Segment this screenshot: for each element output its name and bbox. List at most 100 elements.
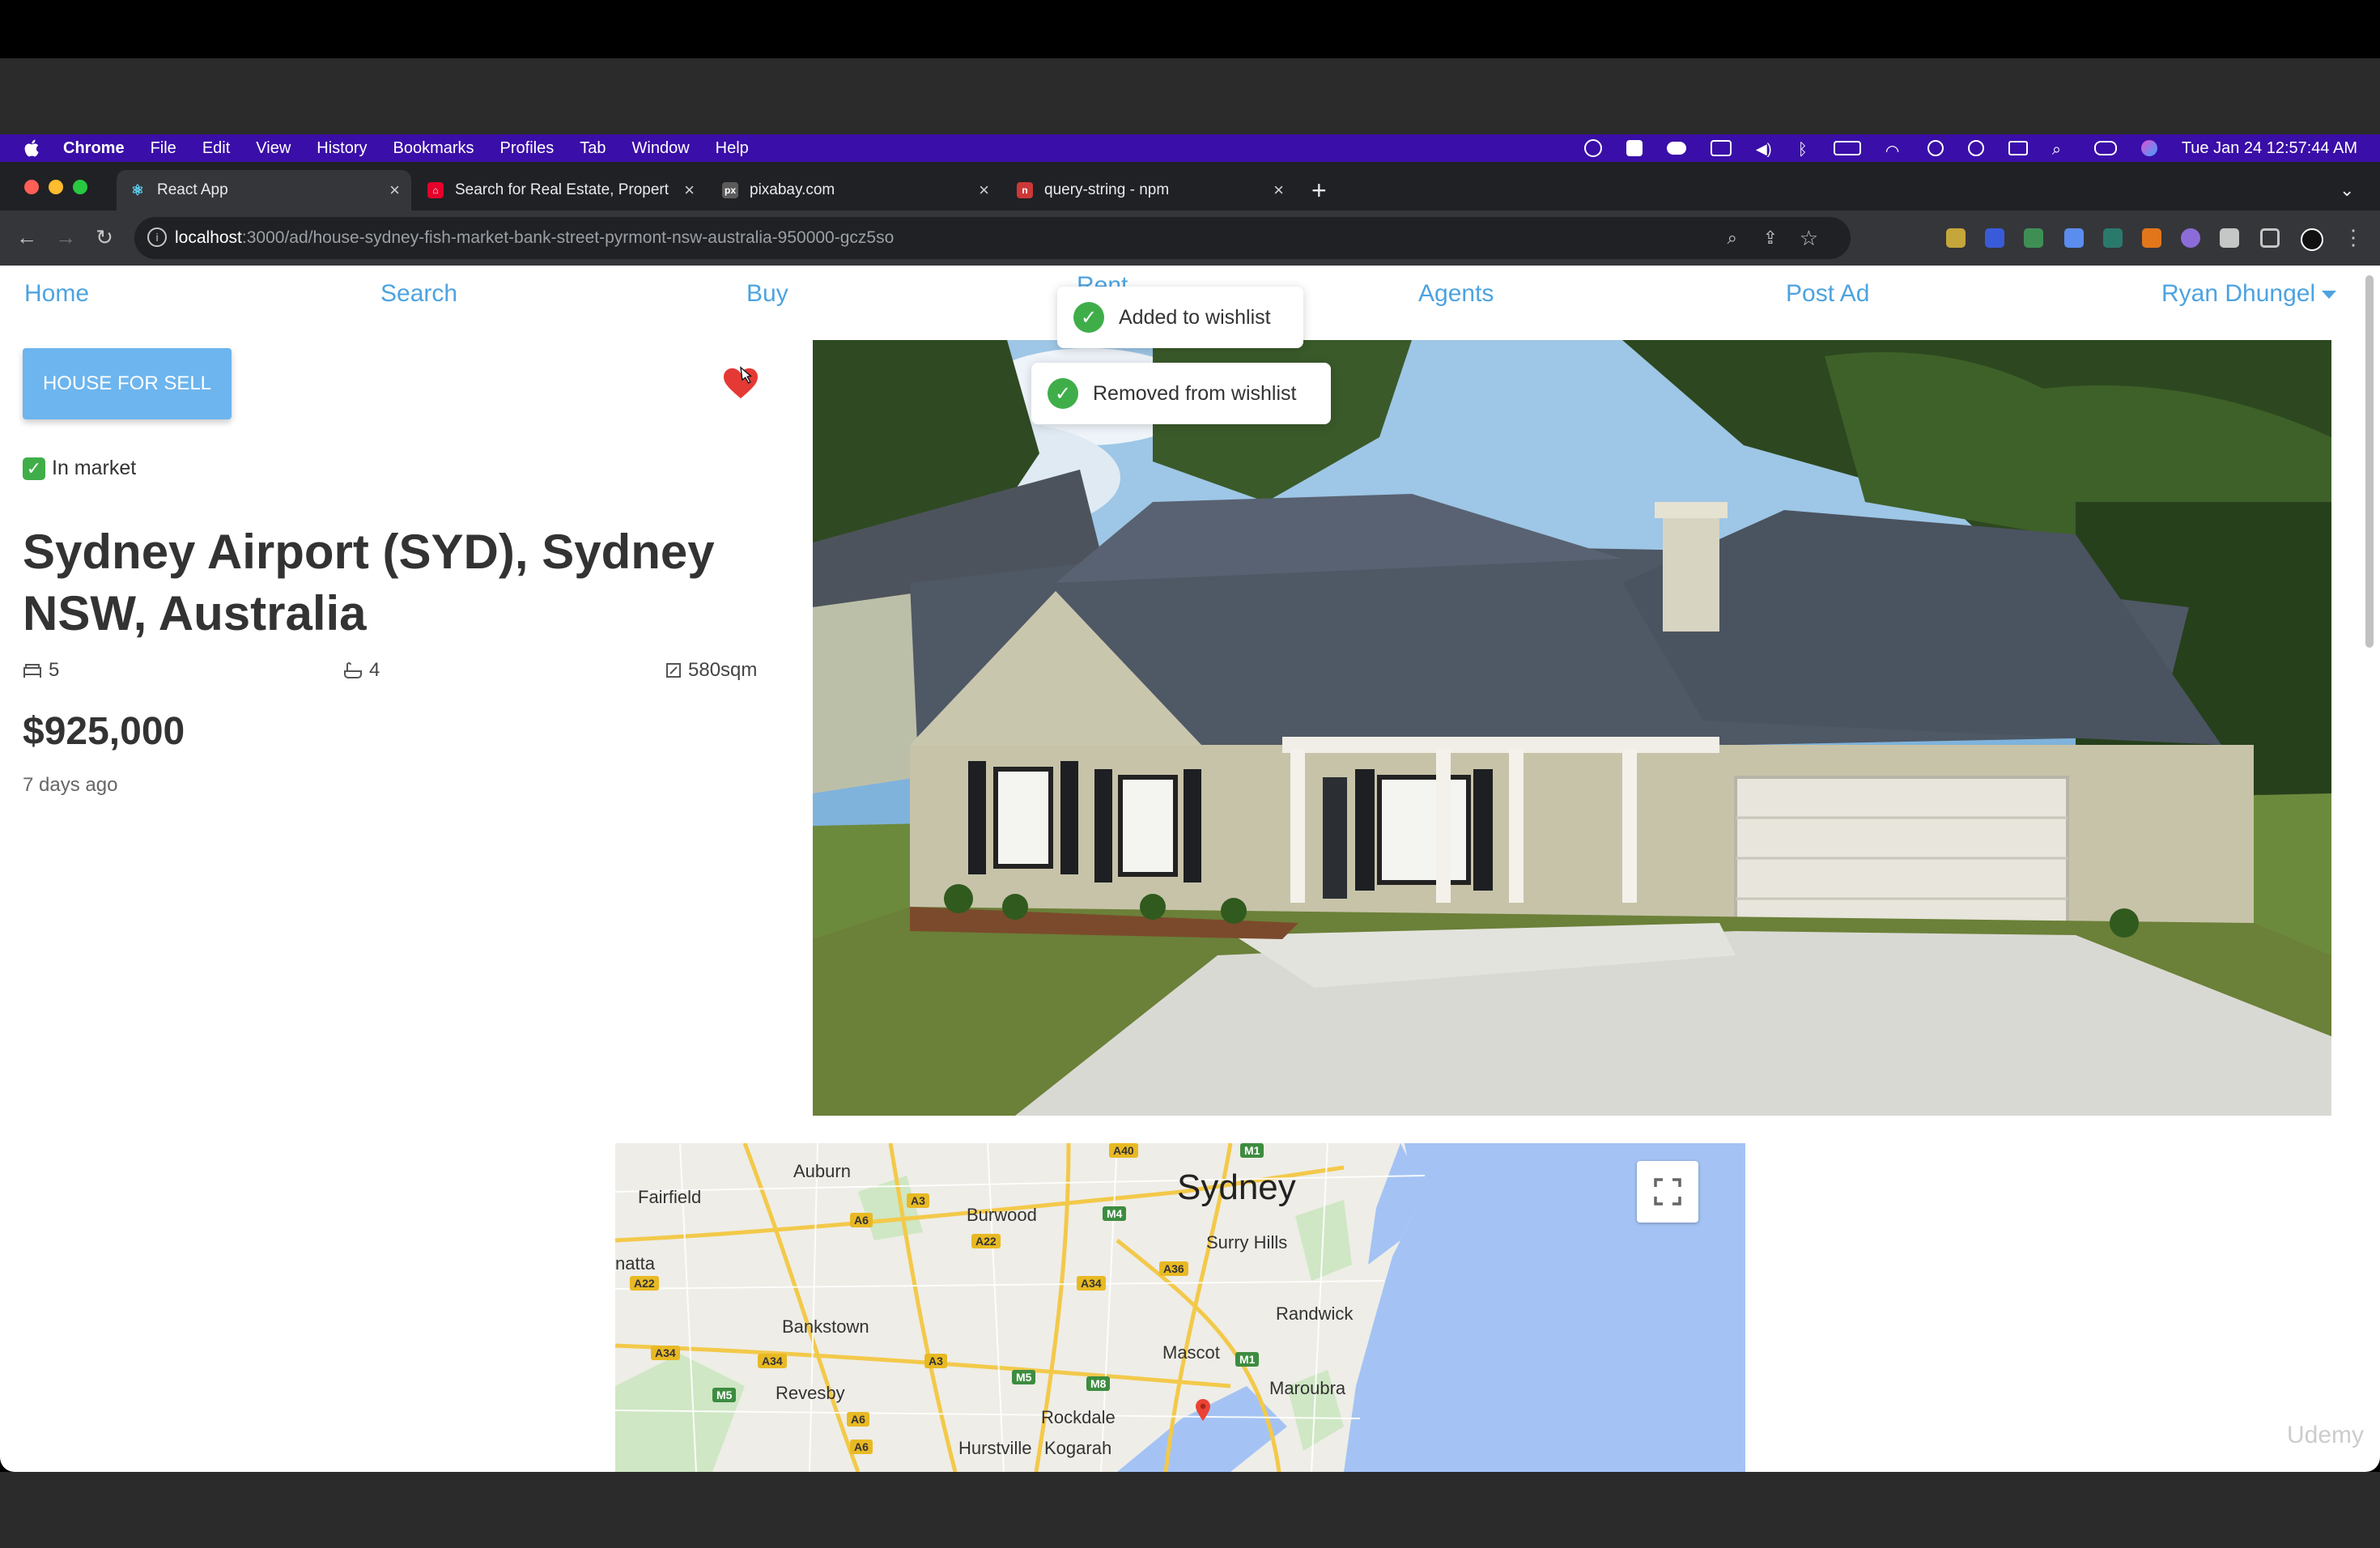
toast-message: Removed from wishlist	[1093, 381, 1297, 405]
extension-icon[interactable]	[2181, 228, 2200, 248]
tab-pixabay[interactable]: px pixabay.com ×	[709, 170, 1001, 211]
metamask-fox-icon[interactable]	[2142, 228, 2161, 248]
back-arrow-icon[interactable]: ←	[15, 225, 39, 249]
heart-icon[interactable]	[722, 366, 759, 400]
more-menu-icon[interactable]: ⋮	[2341, 225, 2365, 249]
menu-profiles[interactable]: Profiles	[500, 139, 555, 158]
window-zoom-button[interactable]	[73, 180, 87, 194]
battery-icon[interactable]	[1833, 141, 1861, 155]
address-bar[interactable]: i localhost:3000/ad/house-sydney-fish-ma…	[134, 217, 1851, 259]
tab-title: query-string - npm	[1044, 181, 1170, 198]
close-icon[interactable]: ×	[1273, 180, 1284, 201]
property-type-badge[interactable]: HOUSE FOR SELL	[23, 348, 232, 419]
nav-home[interactable]: Home	[24, 280, 89, 308]
extension-icon[interactable]	[2103, 228, 2123, 248]
map-city-label: Sydney	[1177, 1167, 1296, 1207]
wifi-icon[interactable]: ◠	[1885, 141, 1903, 160]
route-shield: A3	[907, 1193, 929, 1208]
menu-bookmarks[interactable]: Bookmarks	[393, 139, 474, 158]
menu-view[interactable]: View	[256, 139, 291, 158]
property-map[interactable]: Sydney Auburn Fairfield Burwood Surry Hi…	[615, 1143, 1745, 1472]
creative-cloud-icon[interactable]	[1583, 139, 1602, 157]
reload-icon[interactable]: ↻	[92, 225, 117, 249]
page-scrollbar[interactable]	[2365, 275, 2374, 648]
route-shield: A34	[758, 1354, 787, 1368]
extension-icon[interactable]	[2024, 228, 2043, 248]
market-status-label: In market	[52, 457, 137, 479]
landsize-stat: 580sqm	[665, 659, 757, 682]
bedrooms-stat: 5	[23, 659, 59, 682]
browser-toolbar: ← → ↻ i localhost:3000/ad/house-sydney-f…	[0, 211, 2380, 266]
close-icon[interactable]: ×	[684, 180, 695, 201]
route-shield: M8	[1086, 1376, 1111, 1391]
nav-agents[interactable]: Agents	[1418, 280, 1494, 308]
bookmark-star-icon[interactable]: ☆	[1800, 226, 1818, 251]
close-icon[interactable]: ×	[979, 180, 989, 201]
tab-real-estate-search[interactable]: ⌂ Search for Real Estate, Propert ×	[414, 170, 706, 211]
success-icon: ✓	[1073, 302, 1104, 333]
menu-window[interactable]: Window	[632, 139, 690, 158]
extension-badge-icon[interactable]	[1985, 228, 2004, 248]
nav-user-dropdown[interactable]: Ryan Dhungel	[2161, 280, 2337, 308]
bluetooth-icon[interactable]: ᛒ	[1798, 141, 1809, 159]
share-icon[interactable]: ⇪	[1763, 228, 1778, 249]
bath-icon	[344, 662, 362, 678]
zoom-icon[interactable]: ⌕	[1728, 228, 1737, 249]
spotlight-search-icon[interactable]: ⌕	[2052, 141, 2070, 159]
menu-history[interactable]: History	[317, 139, 367, 158]
route-shield: A34	[651, 1346, 680, 1360]
property-photo[interactable]	[813, 340, 2331, 1116]
route-shield: A6	[847, 1412, 869, 1427]
cloud-icon[interactable]	[1666, 142, 1686, 155]
nav-search[interactable]: Search	[380, 280, 457, 308]
site-info-icon[interactable]: i	[147, 228, 167, 247]
toast-message: Added to wishlist	[1119, 305, 1271, 329]
app-status-icon[interactable]	[1626, 140, 1643, 156]
puzzle-extensions-icon[interactable]	[2220, 228, 2239, 248]
camera-icon[interactable]	[1710, 140, 1732, 156]
route-shield: M5	[712, 1388, 737, 1402]
menu-bar-clock[interactable]: Tue Jan 24 12:57:44 AM	[2182, 139, 2357, 158]
toast-removed-from-wishlist[interactable]: ✓ Removed from wishlist	[1031, 363, 1331, 424]
landsize-value: 580sqm	[688, 659, 758, 681]
menu-app-name[interactable]: Chrome	[63, 139, 125, 158]
map-place-label: Randwick	[1276, 1303, 1354, 1324]
pencil-extension-icon[interactable]	[1946, 228, 1966, 248]
map-place-label: Surry Hills	[1206, 1232, 1288, 1252]
map-fullscreen-button[interactable]	[1637, 1161, 1698, 1223]
side-panel-icon[interactable]	[2260, 228, 2280, 248]
window-close-button[interactable]	[24, 180, 39, 194]
tab-search-chevron-icon[interactable]: ⌄	[2340, 170, 2354, 211]
forward-arrow-icon[interactable]: →	[53, 225, 78, 249]
control-center-icon[interactable]	[2093, 141, 2117, 155]
volume-icon[interactable]: ◀)	[1756, 141, 1774, 157]
user-name: Ryan Dhungel	[2161, 280, 2316, 307]
npm-icon: n	[1017, 182, 1033, 198]
menu-tab[interactable]: Tab	[580, 139, 606, 158]
user-icon[interactable]	[1927, 140, 1944, 156]
siri-icon[interactable]	[2140, 140, 2157, 156]
udemy-watermark: Udemy	[2286, 1422, 2364, 1448]
map-marker-icon[interactable]	[1195, 1399, 1211, 1422]
new-tab-button[interactable]: +	[1311, 170, 1327, 211]
tab-query-string-npm[interactable]: n query-string - npm ×	[1004, 170, 1295, 211]
menu-edit[interactable]: Edit	[202, 139, 230, 158]
extension-icon[interactable]	[2064, 228, 2084, 248]
window-minimize-button[interactable]	[49, 180, 63, 194]
map-place-label: Mascot	[1162, 1342, 1220, 1363]
toast-added-to-wishlist[interactable]: ✓ Added to wishlist	[1057, 287, 1303, 348]
nav-post-ad[interactable]: Post Ad	[1786, 280, 1869, 308]
apple-icon[interactable]	[23, 139, 40, 157]
profile-avatar-icon[interactable]	[2301, 228, 2323, 251]
url-path: :3000/ad/house-sydney-fish-market-bank-s…	[241, 228, 895, 247]
nav-buy[interactable]: Buy	[746, 280, 788, 308]
menu-help[interactable]: Help	[716, 139, 749, 158]
tab-react-app[interactable]: ⚛ React App ×	[117, 170, 411, 211]
property-address: Sydney Airport (SYD), Sydney NSW, Austra…	[23, 525, 715, 640]
close-icon[interactable]: ×	[389, 180, 400, 201]
keyboard-icon[interactable]	[2008, 141, 2028, 155]
menu-file[interactable]: File	[151, 139, 176, 158]
chevron-down-icon	[2322, 291, 2337, 300]
time-machine-icon[interactable]	[1967, 140, 1984, 156]
url-host: localhost	[175, 228, 242, 247]
